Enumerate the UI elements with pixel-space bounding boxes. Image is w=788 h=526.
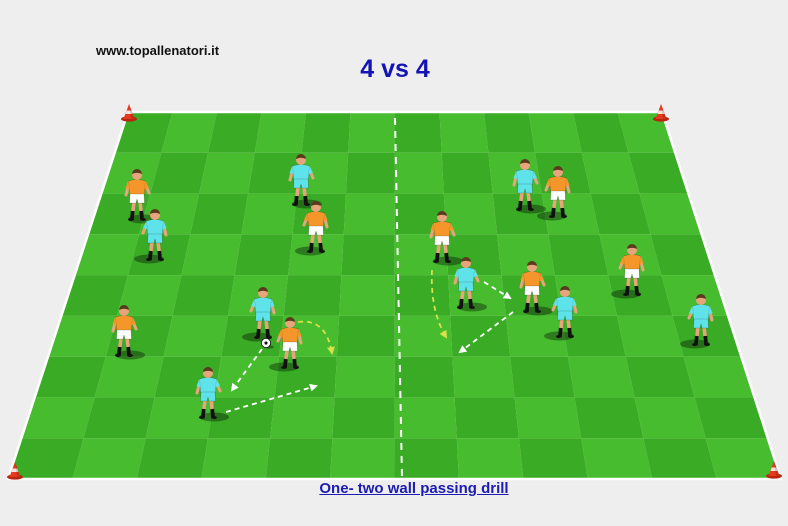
pitch-tile: [336, 315, 395, 357]
pitch-tile: [72, 438, 146, 479]
pitch-tile: [394, 356, 455, 398]
pitch-tile: [83, 397, 155, 439]
pitch-tile: [301, 112, 351, 153]
pitch-tile: [568, 356, 635, 398]
pitch-tile: [341, 234, 395, 276]
pitch-tile: [650, 234, 715, 276]
pitch-tile: [528, 112, 582, 153]
pitch-tile: [510, 356, 575, 398]
pitch-tile: [330, 438, 395, 479]
pitch-tile: [643, 438, 717, 479]
pitch-tile: [163, 315, 228, 357]
pitch-tile: [625, 356, 695, 398]
pitch-tile: [199, 152, 255, 194]
pitch-tile: [394, 397, 457, 439]
pitch-tile: [346, 152, 395, 194]
pitch-tile: [394, 152, 444, 194]
drill-title: 4 vs 4: [360, 55, 430, 83]
pitch-tile: [394, 112, 442, 153]
pitch-tile: [439, 112, 489, 153]
pitch-tile: [241, 193, 297, 235]
pitch-tile: [394, 315, 453, 357]
pitch-tile: [74, 234, 140, 276]
pitch-tile: [270, 397, 335, 439]
pitch-tile: [348, 112, 395, 153]
pitch-tile: [61, 275, 128, 316]
drill-caption-link[interactable]: One- two wall passing drill: [264, 480, 564, 498]
pitch-tile: [208, 112, 262, 153]
pitch-tile: [452, 356, 515, 398]
pitch-tile: [234, 234, 293, 276]
site-url: www.topallenatori.it: [96, 43, 220, 58]
pitch-tile: [574, 397, 644, 439]
pitch-tile: [190, 193, 249, 235]
pitch-tile: [201, 438, 271, 479]
pitch-tile: [214, 356, 280, 398]
pitch-tile: [94, 356, 164, 398]
pitch-tile: [332, 397, 395, 439]
pitch-tile: [136, 438, 208, 479]
pitch-tile: [484, 112, 536, 153]
pitch-tile: [617, 315, 684, 357]
drill-diagram: www.topallenatori.it 4 vs 4 One- two wal…: [0, 0, 788, 526]
pitch-tile: [283, 275, 342, 316]
pitch-tile: [548, 234, 609, 276]
pitch-tile: [514, 397, 582, 439]
pitch-tile: [454, 397, 519, 439]
pitch-tile: [265, 438, 333, 479]
pitch-tile: [634, 397, 706, 439]
pitch-tile: [456, 438, 524, 479]
pitch-tile: [339, 275, 395, 316]
pitch-tile: [394, 438, 459, 479]
pitch-tile: [343, 193, 395, 235]
pitch-tile: [519, 438, 588, 479]
pitch-tile: [334, 356, 395, 398]
pitch-tile: [181, 234, 242, 276]
pitch-tile: [172, 275, 235, 316]
pitch-tile: [394, 275, 451, 316]
pitch: [8, 112, 781, 479]
pitch-tile: [581, 438, 653, 479]
pitch-tile: [441, 152, 493, 194]
pitch-tile: [254, 112, 306, 153]
pitch-tile: [497, 234, 555, 276]
